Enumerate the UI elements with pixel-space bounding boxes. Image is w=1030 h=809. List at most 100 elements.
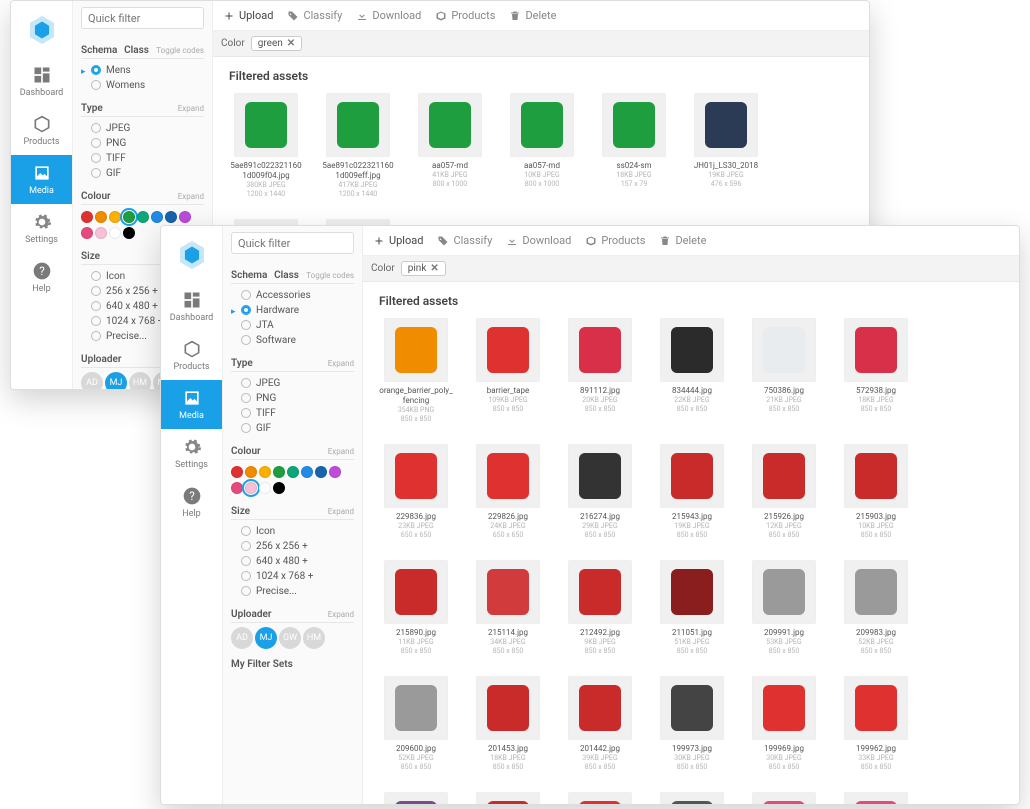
asset-card[interactable]: 201442.jpg 39KB JPEG 850 x 850 <box>563 676 637 772</box>
uploader-avatar[interactable]: AD <box>231 627 253 649</box>
type-option[interactable]: PNG <box>241 391 354 406</box>
chip-remove-icon[interactable]: ✕ <box>430 263 438 274</box>
uploader-avatar[interactable]: AD <box>81 372 103 389</box>
nav-item-products[interactable]: Products <box>11 106 72 155</box>
expand-link[interactable]: Expand <box>178 104 204 113</box>
expand-link[interactable]: Expand <box>328 507 354 516</box>
asset-card[interactable]: 5ae891c0223211601d009f04.jpg 380KB JPEG … <box>229 93 303 199</box>
tool-download[interactable]: Download <box>356 9 421 22</box>
asset-card[interactable]: 229836.jpg 23KB JPEG 650 x 650 <box>379 444 453 540</box>
asset-card[interactable]: 215926.jpg 12KB JPEG 850 x 850 <box>747 444 821 540</box>
class-option[interactable]: JTA <box>241 318 354 333</box>
colour-swatch[interactable] <box>95 227 107 239</box>
asset-card[interactable]: orange_barrier_poly_fencing 354KB PNG 85… <box>379 318 453 424</box>
colour-swatch[interactable] <box>231 482 243 494</box>
nav-item-products[interactable]: Products <box>161 331 222 380</box>
colour-swatch[interactable] <box>329 466 341 478</box>
expand-link[interactable]: Expand <box>328 610 354 619</box>
uploader-avatar[interactable]: MJ <box>255 627 277 649</box>
asset-card[interactable]: 198319.jpg 44KB JPEG 850 x 850 <box>379 792 453 804</box>
size-option[interactable]: Precise... <box>241 584 354 599</box>
nav-item-media[interactable]: Media <box>11 155 72 204</box>
nav-item-help[interactable]: ? Help <box>11 253 72 302</box>
colour-swatch[interactable] <box>231 466 243 478</box>
asset-card[interactable]: 209983.jpg 52KB JPEG 850 x 850 <box>839 560 913 656</box>
colour-swatch[interactable] <box>259 482 271 494</box>
colour-swatch[interactable] <box>273 466 285 478</box>
asset-card[interactable]: 199962.jpg 33KB JPEG 850 x 850 <box>839 676 913 772</box>
type-option[interactable]: JPEG <box>241 376 354 391</box>
uploader-avatar[interactable]: GW <box>279 627 301 649</box>
colour-swatch[interactable] <box>259 466 271 478</box>
type-option[interactable]: TIFF <box>91 151 204 166</box>
asset-card[interactable]: 5ae891c0223211601d009eff.jpg 417KB JPEG … <box>321 93 395 199</box>
tool-upload[interactable]: Upload <box>373 234 423 247</box>
size-option[interactable]: 640 x 480 + <box>241 554 354 569</box>
asset-card[interactable]: 198282.jpg 19KB JPEG 850 x 850 <box>471 792 545 804</box>
colour-swatch[interactable] <box>81 227 93 239</box>
size-option[interactable]: 256 x 256 + <box>241 539 354 554</box>
colour-swatch[interactable] <box>245 466 257 478</box>
tool-delete[interactable]: Delete <box>509 9 556 22</box>
colour-swatch[interactable] <box>165 211 177 223</box>
chip-remove-icon[interactable]: ✕ <box>287 38 295 49</box>
quick-filter-input[interactable] <box>81 7 204 29</box>
size-option[interactable]: 1024 x 768 + <box>241 569 354 584</box>
tool-classify[interactable]: Classify <box>437 234 492 247</box>
colour-swatch[interactable] <box>109 227 121 239</box>
class-option[interactable]: Accessories <box>241 288 354 303</box>
colour-swatch[interactable] <box>123 211 135 223</box>
expand-link[interactable]: Expand <box>328 359 354 368</box>
nav-item-help[interactable]: ? Help <box>161 478 222 527</box>
class-option[interactable]: ▸Mens <box>91 63 204 78</box>
nav-item-dashboard[interactable]: Dashboard <box>11 57 72 106</box>
asset-card[interactable]: JH01j_LS30_2018 19KB JPEG 476 x 596 <box>689 93 763 199</box>
uploader-avatar[interactable]: MJ <box>105 372 127 389</box>
asset-card[interactable]: 215890.jpg 11KB JPEG 850 x 850 <box>379 560 453 656</box>
nav-item-settings[interactable]: Settings <box>161 429 222 478</box>
colour-swatch[interactable] <box>287 466 299 478</box>
asset-card[interactable]: 194157.jpg 50KB JPEG 850 x 850 <box>655 792 729 804</box>
asset-card[interactable]: 229826.jpg 24KB JPEG 650 x 650 <box>471 444 545 540</box>
asset-card[interactable]: 572938.jpg 18KB JPEG 850 x 850 <box>839 318 913 424</box>
colour-swatch[interactable] <box>273 482 285 494</box>
asset-card[interactable]: barrier_tape 109KB JPEG 850 x 850 <box>471 318 545 424</box>
asset-card[interactable]: aa057-md 10KB JPEG 800 x 1000 <box>505 93 579 199</box>
colour-swatch[interactable] <box>81 211 93 223</box>
asset-card[interactable]: 891112.jpg 20KB JPEG 850 x 850 <box>563 318 637 424</box>
asset-card[interactable]: 194145.jpg 23KB JPEG 850 x 850 <box>839 792 913 804</box>
tool-products[interactable]: Products <box>585 234 645 247</box>
colour-swatch[interactable] <box>137 211 149 223</box>
asset-card[interactable]: 195465.jpg 19KB JPEG 850 x 850 <box>563 792 637 804</box>
uploader-avatar[interactable]: HM <box>129 372 151 389</box>
expand-link[interactable]: Expand <box>178 192 204 201</box>
type-option[interactable]: TIFF <box>241 406 354 421</box>
colour-swatch[interactable] <box>301 466 313 478</box>
colour-swatch[interactable] <box>245 482 257 494</box>
my-filter-sets[interactable]: My Filter Sets <box>231 653 354 670</box>
asset-card[interactable]: ss024-sm 18KB JPEG 157 x 79 <box>597 93 671 199</box>
size-option[interactable]: Icon <box>241 524 354 539</box>
colour-swatch[interactable] <box>179 211 191 223</box>
asset-card[interactable]: 216274.jpg 29KB JPEG 850 x 850 <box>563 444 637 540</box>
class-option[interactable]: Womens <box>91 78 204 93</box>
tool-upload[interactable]: Upload <box>223 9 273 22</box>
asset-card[interactable]: 212492.jpg 9KB JPEG 850 x 850 <box>563 560 637 656</box>
tool-download[interactable]: Download <box>506 234 571 247</box>
tool-products[interactable]: Products <box>435 9 495 22</box>
expand-link[interactable]: Expand <box>328 447 354 456</box>
nav-item-settings[interactable]: Settings <box>11 204 72 253</box>
class-option[interactable]: ▸Hardware <box>241 303 354 318</box>
asset-card[interactable]: 194146.jpg 16KB JPEG 850 x 850 <box>747 792 821 804</box>
asset-card[interactable]: 750386.jpg 21KB JPEG 850 x 850 <box>747 318 821 424</box>
asset-card[interactable]: 209600.jpg 52KB JPEG 850 x 850 <box>379 676 453 772</box>
colour-swatch[interactable] <box>95 211 107 223</box>
type-option[interactable]: GIF <box>91 166 204 181</box>
toggle-codes-link[interactable]: Toggle codes <box>306 271 354 280</box>
nav-item-media[interactable]: Media <box>161 380 222 429</box>
filter-chip[interactable]: green ✕ <box>251 36 302 51</box>
asset-card[interactable]: aa057-md 41KB JPEG 800 x 1000 <box>413 93 487 199</box>
asset-card[interactable]: 209991.jpg 53KB JPEG 850 x 850 <box>747 560 821 656</box>
colour-swatch[interactable] <box>151 211 163 223</box>
tool-delete[interactable]: Delete <box>659 234 706 247</box>
